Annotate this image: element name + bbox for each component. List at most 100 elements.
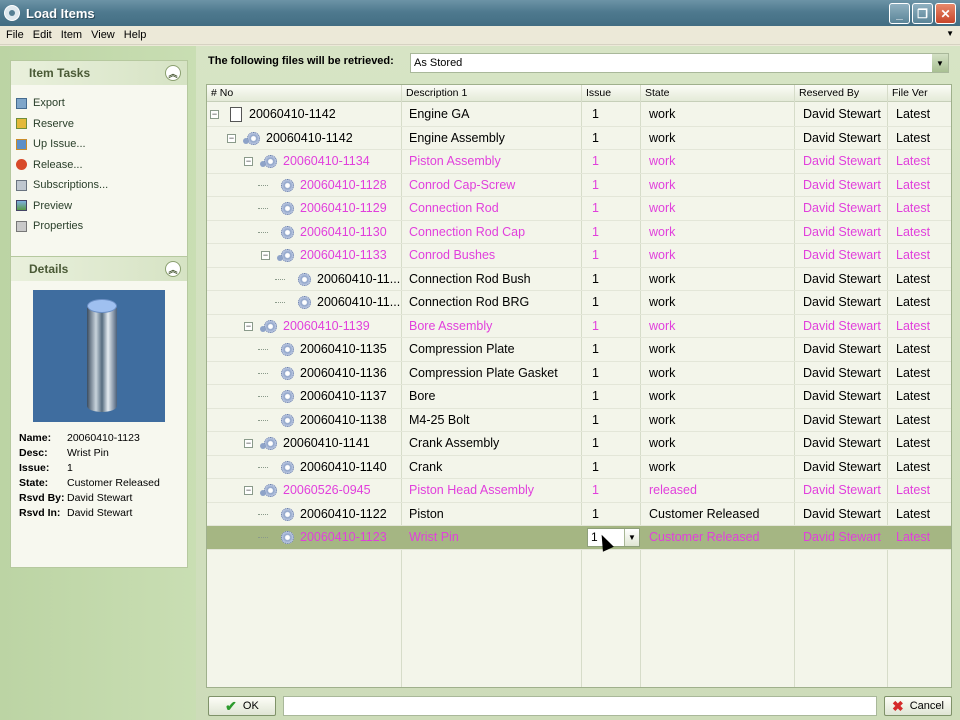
col-header-state[interactable]: State: [641, 85, 795, 102]
table-row[interactable]: − 20060410-1134 Piston Assembly 1 work David …: [207, 150, 951, 174]
table-row[interactable]: 20060410-1130 Connection Rod Cap 1 work Davi…: [207, 221, 951, 244]
collapse-node-icon[interactable]: −: [210, 110, 219, 119]
table-row[interactable]: 20060410-1136 Compression Plate Gasket 1 wo…: [207, 362, 951, 385]
cell-issue: 1: [592, 154, 599, 168]
cell-file-ver: Latest: [896, 295, 931, 309]
cell-issue: 1: [592, 459, 599, 474]
drawing-icon: [230, 107, 242, 122]
cell-description: Crank: [409, 459, 443, 474]
table-row[interactable]: − 20060526-0945 Piston Head Assembly 1 relea…: [207, 479, 951, 503]
cell-no: 20060410-11...: [317, 295, 401, 309]
col-header-file-ver[interactable]: File Ver: [888, 85, 951, 102]
cell-description: Crank Assembly: [409, 436, 500, 450]
task-export[interactable]: Export: [11, 93, 187, 114]
chevron-down-icon[interactable]: ▼: [624, 529, 639, 546]
collapse-node-icon[interactable]: −: [261, 251, 270, 260]
menu-view[interactable]: View: [91, 29, 115, 41]
col-header-reserved-by[interactable]: Reserved By: [795, 85, 888, 102]
menu-edit[interactable]: Edit: [33, 29, 52, 41]
cell-state: work: [649, 295, 676, 309]
close-button[interactable]: ✕: [935, 3, 956, 24]
cell-issue: 1: [592, 248, 599, 262]
table-row[interactable]: 20060410-11... Connection Rod Bush 1 work Da…: [207, 268, 951, 291]
retrieve-mode-select[interactable]: As Stored ▼: [410, 53, 949, 73]
cell-reserved-by: David Stewart: [803, 436, 881, 450]
cell-issue: 1: [592, 318, 599, 333]
cylinder-shape: [87, 302, 117, 412]
menu-item[interactable]: Item: [61, 29, 82, 41]
cell-state: work: [649, 318, 676, 333]
item-tasks-title: Item Tasks: [29, 66, 91, 80]
table-row[interactable]: − 20060410-1142 Engine Assembly 1 work David …: [207, 127, 951, 150]
chevron-down-icon[interactable]: ▼: [932, 54, 948, 72]
collapse-node-icon[interactable]: −: [244, 321, 253, 331]
cell-state: work: [649, 459, 676, 474]
menu-file[interactable]: File: [6, 29, 24, 41]
checkmark-icon: ✔: [225, 697, 237, 714]
cell-issue: 1: [592, 130, 599, 145]
cell-file-ver: Latest: [896, 177, 931, 192]
cell-state: work: [649, 389, 676, 403]
collapse-node-icon[interactable]: −: [227, 133, 236, 143]
maximize-button[interactable]: ❐: [912, 3, 933, 24]
cell-issue: 1: [592, 365, 599, 380]
menu-overflow-icon[interactable]: ▼: [946, 29, 954, 38]
table-row[interactable]: 20060410-1128 Conrod Cap-Screw 1 work David …: [207, 174, 951, 197]
tree-connector: [258, 513, 268, 515]
task-properties[interactable]: Properties: [11, 216, 187, 237]
cell-no: 20060410-1140: [300, 459, 387, 474]
detail-desc: Desc: Wrist Pin: [19, 447, 109, 459]
ok-button[interactable]: ✔ OK: [208, 696, 276, 716]
collapse-node-icon[interactable]: −: [244, 486, 253, 495]
ok-label: OK: [242, 700, 259, 712]
table-row[interactable]: 20060410-1138 M4-25 Bolt 1 work David Stewar…: [207, 409, 951, 432]
table-row[interactable]: − 20060410-1141 Crank Assembly 1 work David S…: [207, 432, 951, 456]
table-row[interactable]: − 20060410-1133 Conrod Bushes 1 work David St…: [207, 244, 951, 268]
task-preview[interactable]: Preview: [11, 196, 187, 217]
cell-reserved-by: David Stewart: [803, 177, 881, 192]
table-row[interactable]: 20060410-1137 Bore 1 work David Stewart Lates…: [207, 385, 951, 409]
table-row[interactable]: − 20060410-1142 Engine GA 1 work David Stewar…: [207, 103, 951, 127]
cell-no: 20060410-1130: [300, 224, 387, 239]
menu-help[interactable]: Help: [124, 29, 147, 41]
cell-file-ver: Latest: [896, 248, 931, 262]
cell-issue: 1: [592, 271, 599, 286]
table-row[interactable]: 20060410-1129 Connection Rod 1 work David St…: [207, 197, 951, 221]
cell-description: Bore Assembly: [409, 318, 493, 333]
collapse-node-icon[interactable]: −: [244, 157, 253, 166]
table-row[interactable]: 20060410-1140 Crank 1 work David Stewart Late…: [207, 456, 951, 479]
cancel-button[interactable]: ✖ Cancel: [884, 696, 952, 716]
col-header-description[interactable]: Description 1: [402, 85, 582, 102]
part-icon: [281, 413, 294, 427]
details-title: Details: [29, 262, 69, 276]
properties-icon: [16, 220, 27, 232]
task-release[interactable]: Release...: [11, 155, 187, 176]
cell-file-ver: Latest: [896, 201, 931, 215]
cell-file-ver: Latest: [896, 530, 931, 544]
cell-state: work: [649, 201, 676, 215]
cell-reserved-by: David Stewart: [803, 483, 881, 497]
table-row[interactable]: 20060410-1135 Compression Plate 1 work David…: [207, 338, 951, 362]
collapse-tasks-icon[interactable]: ︽: [165, 65, 181, 81]
col-header-issue[interactable]: Issue: [582, 85, 641, 102]
task-up-issue[interactable]: Up Issue...: [11, 134, 187, 155]
collapse-details-icon[interactable]: ︽: [165, 261, 181, 277]
col-header-no[interactable]: # No: [207, 85, 402, 102]
cell-no: 20060410-11...: [317, 271, 401, 286]
cell-no: 20060410-1142: [249, 107, 336, 121]
issue-select[interactable]: 1 ▼: [587, 528, 640, 547]
table-row[interactable]: 20060410-1122 Piston 1 Customer Released Dav…: [207, 503, 951, 526]
task-label: Up Issue...: [33, 138, 86, 151]
message-field[interactable]: [283, 696, 877, 716]
cell-description: Bore: [409, 389, 436, 403]
part-icon: [281, 460, 294, 474]
cell-no: 20060410-1122: [300, 506, 387, 521]
table-row-selected[interactable]: 20060410-1123 Wrist Pin Customer Released D…: [207, 526, 951, 552]
minimize-button[interactable]: _: [889, 3, 910, 24]
table-row[interactable]: 20060410-11... Connection Rod BRG 1 work Dav…: [207, 291, 951, 315]
task-reserve[interactable]: Reserve: [11, 114, 187, 135]
left-panel: Item Tasks ︽ Export Reserve Up Issue... …: [0, 46, 196, 720]
table-row[interactable]: − 20060410-1139 Bore Assembly 1 work David St…: [207, 315, 951, 338]
task-subscriptions[interactable]: Subscriptions...: [11, 175, 187, 196]
collapse-node-icon[interactable]: −: [244, 439, 253, 448]
